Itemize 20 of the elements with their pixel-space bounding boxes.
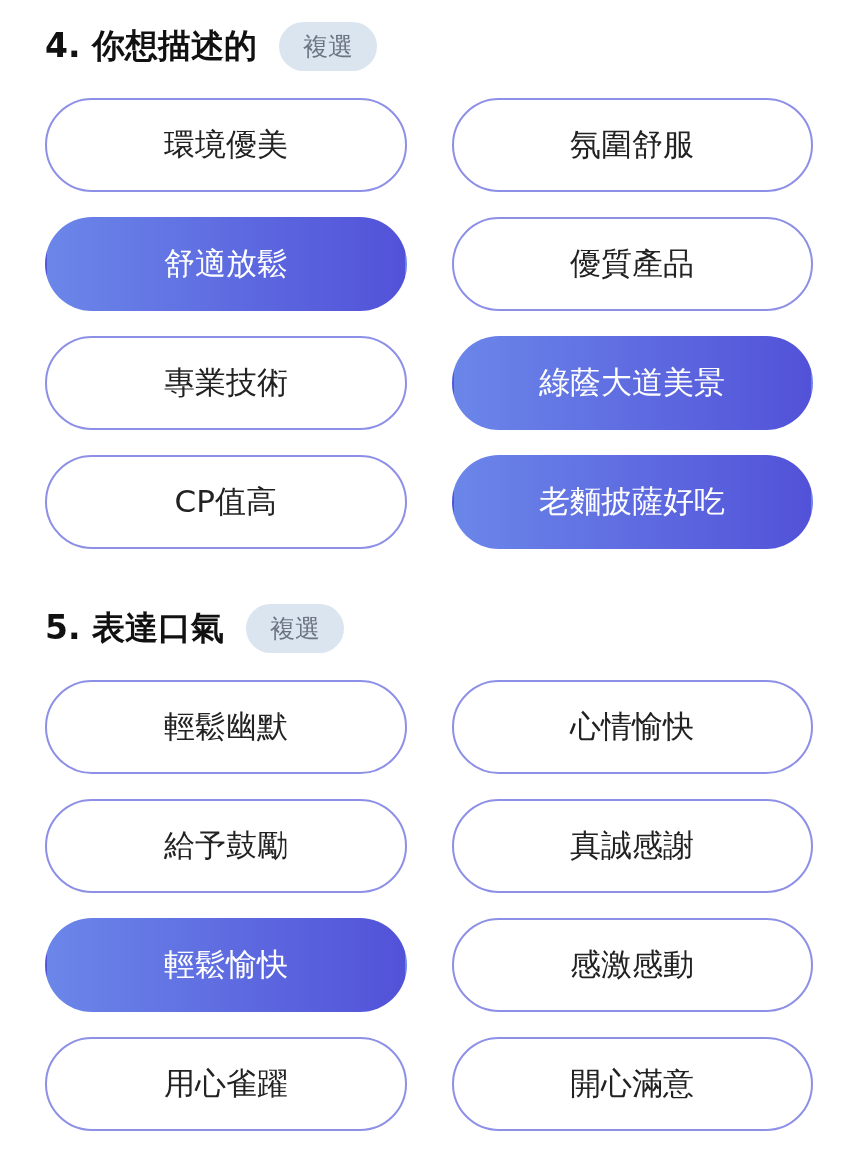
option-button[interactable]: CP值高 [45,455,407,549]
option-button[interactable]: 舒適放鬆 [45,217,407,311]
option-button[interactable]: 環境優美 [45,98,407,192]
option-button[interactable]: 用心雀躍 [45,1037,407,1131]
option-button[interactable]: 氛圍舒服 [451,98,813,192]
option-button[interactable]: 老麵披薩好吃 [451,455,813,549]
option-button[interactable]: 感激感動 [451,918,813,1012]
option-button[interactable]: 真誠感謝 [451,799,813,893]
option-button[interactable]: 優質產品 [451,217,813,311]
section-title: 5. 表達口氣 [45,606,224,649]
option-button[interactable]: 開心滿意 [451,1037,813,1131]
option-button[interactable]: 綠蔭大道美景 [451,336,813,430]
multi-select-badge: 複選 [246,603,344,653]
section-title: 4. 你想描述的 [45,24,257,67]
option-button[interactable]: 心情愉快 [451,680,813,774]
multi-select-badge: 複選 [279,21,377,71]
option-button[interactable]: 輕鬆幽默 [45,680,407,774]
option-button[interactable]: 輕鬆愉快 [45,918,407,1012]
option-button[interactable]: 給予鼓勵 [45,799,407,893]
option-button[interactable]: 專業技術 [45,336,407,430]
